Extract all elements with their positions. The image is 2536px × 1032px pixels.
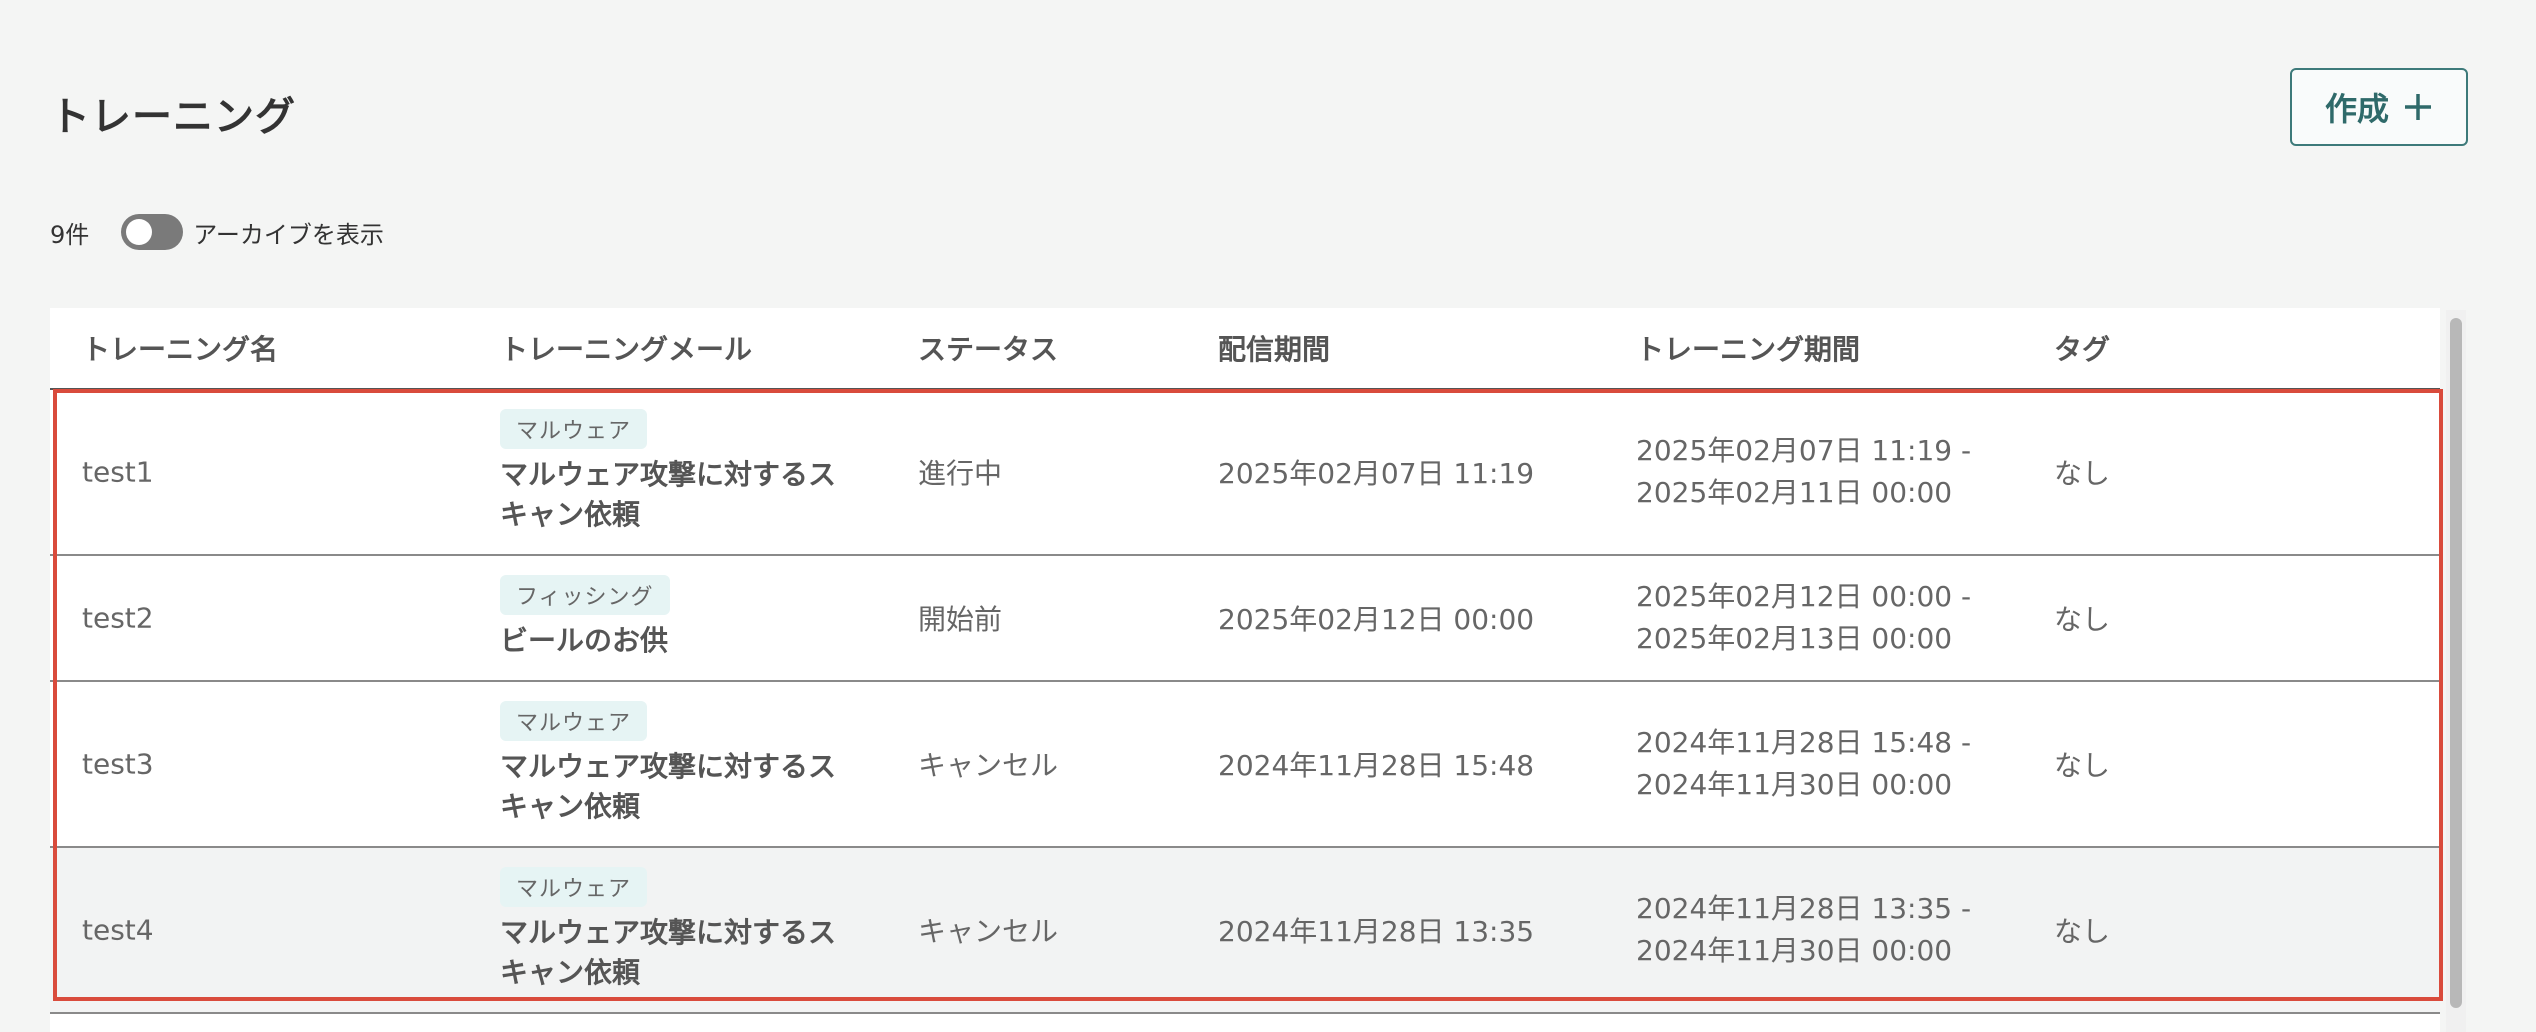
table-row[interactable]: test2 フィッシング ビールのお供 開始前 2025年02月12日 00:0…: [50, 556, 2440, 682]
archive-toggle-label: アーカイブを表示: [193, 220, 384, 249]
table-row[interactable]: test4 マルウェア マルウェア攻撃に対するス キャン依頼 キャンセル 202…: [50, 848, 2440, 1014]
mail-title-line1: マルウェア攻撃に対するス: [500, 750, 837, 783]
header-status[interactable]: ステータス: [918, 328, 1058, 368]
mail-category-chip: フィッシング: [500, 575, 670, 615]
row-mail: マルウェア マルウェア攻撃に対するス キャン依頼: [500, 701, 880, 827]
archive-toggle-knob: [126, 219, 153, 245]
row-name: test2: [82, 601, 154, 635]
row-tag: なし: [2054, 749, 2111, 782]
period-start: 2024年11月28日 15:48 -: [1636, 726, 1972, 759]
mail-title-line1: マルウェア攻撃に対するス: [500, 916, 837, 949]
mail-category-chip: マルウェア: [500, 409, 648, 449]
row-delivery: 2024年11月28日 15:48: [1218, 749, 1535, 782]
period-end: 2024年11月30日 00:00: [1636, 934, 1953, 967]
row-period: 2025年02月07日 11:19 - 2025年02月11日 00:00: [1636, 430, 1971, 514]
row-delivery: 2025年02月07日 11:19: [1218, 457, 1535, 490]
result-count: 9件: [50, 220, 90, 249]
create-button-label: 作成: [2324, 90, 2389, 128]
scrollbar-thumb[interactable]: [2450, 318, 2462, 1008]
row-period: 2025年02月12日 00:00 - 2025年02月13日 00:00: [1636, 576, 1971, 660]
period-start: 2025年02月12日 00:00 -: [1636, 580, 1972, 613]
header-delivery[interactable]: 配信期間: [1218, 328, 1330, 368]
row-mail: マルウェア マルウェア攻撃に対するス キャン依頼: [500, 409, 880, 535]
archive-toggle[interactable]: [121, 214, 184, 250]
period-end: 2024年11月30日 00:00: [1636, 768, 1953, 801]
period-start: 2024年11月28日 13:35 -: [1636, 892, 1972, 925]
training-table: トレーニング名 トレーニングメール ステータス 配信期間 トレーニング期間 タグ…: [50, 308, 2440, 1032]
table-row[interactable]: test3 マルウェア マルウェア攻撃に対するス キャン依頼 キャンセル 202…: [50, 682, 2440, 848]
row-status: 開始前: [918, 603, 1003, 636]
header-name[interactable]: トレーニング名: [82, 328, 278, 368]
table-row[interactable]: test1 マルウェア マルウェア攻撃に対するス キャン依頼 進行中 2025年…: [50, 390, 2440, 556]
row-status: キャンセル: [918, 749, 1059, 782]
create-button[interactable]: 作成: [2290, 68, 2468, 146]
row-name: test3: [82, 747, 154, 781]
row-status: キャンセル: [918, 915, 1059, 948]
period-start: 2025年02月07日 11:19 -: [1636, 434, 1972, 467]
mail-title-line1: マルウェア攻撃に対するス: [500, 458, 837, 491]
mail-category-chip: マルウェア: [500, 867, 648, 907]
table-scrollbar[interactable]: [2446, 310, 2466, 1032]
plus-icon: [2403, 92, 2433, 122]
row-delivery: 2024年11月28日 13:35: [1218, 915, 1535, 948]
mail-title-line2: キャン依頼: [500, 790, 641, 823]
row-tag: なし: [2054, 915, 2111, 948]
mail-title-line2: キャン依頼: [500, 498, 641, 531]
page-title: トレーニング: [50, 94, 296, 140]
header-period[interactable]: トレーニング期間: [1636, 328, 1860, 368]
mail-title-line1: ビールのお供: [500, 624, 669, 657]
mail-title-line2: キャン依頼: [500, 956, 641, 989]
table-header: トレーニング名 トレーニングメール ステータス 配信期間 トレーニング期間 タグ: [50, 308, 2440, 390]
row-period: 2024年11月28日 15:48 - 2024年11月30日 00:00: [1636, 722, 1971, 806]
row-mail: マルウェア マルウェア攻撃に対するス キャン依頼: [500, 867, 880, 993]
mail-category-chip: マルウェア: [500, 701, 648, 741]
filter-row: 9件 アーカイブを表示: [50, 212, 384, 252]
row-name: test4: [82, 913, 154, 947]
row-tag: なし: [2054, 603, 2111, 636]
row-mail: フィッシング ビールのお供: [500, 575, 880, 661]
row-tag: なし: [2054, 457, 2111, 490]
period-end: 2025年02月13日 00:00: [1636, 622, 1953, 655]
header-tag[interactable]: タグ: [2054, 328, 2110, 368]
row-delivery: 2025年02月12日 00:00: [1218, 603, 1535, 636]
row-period: 2024年11月28日 13:35 - 2024年11月30日 00:00: [1636, 888, 1971, 972]
period-end: 2025年02月11日 00:00: [1636, 476, 1953, 509]
row-status: 進行中: [918, 457, 1003, 490]
row-name: test1: [82, 455, 154, 489]
header-mail[interactable]: トレーニングメール: [500, 328, 752, 368]
